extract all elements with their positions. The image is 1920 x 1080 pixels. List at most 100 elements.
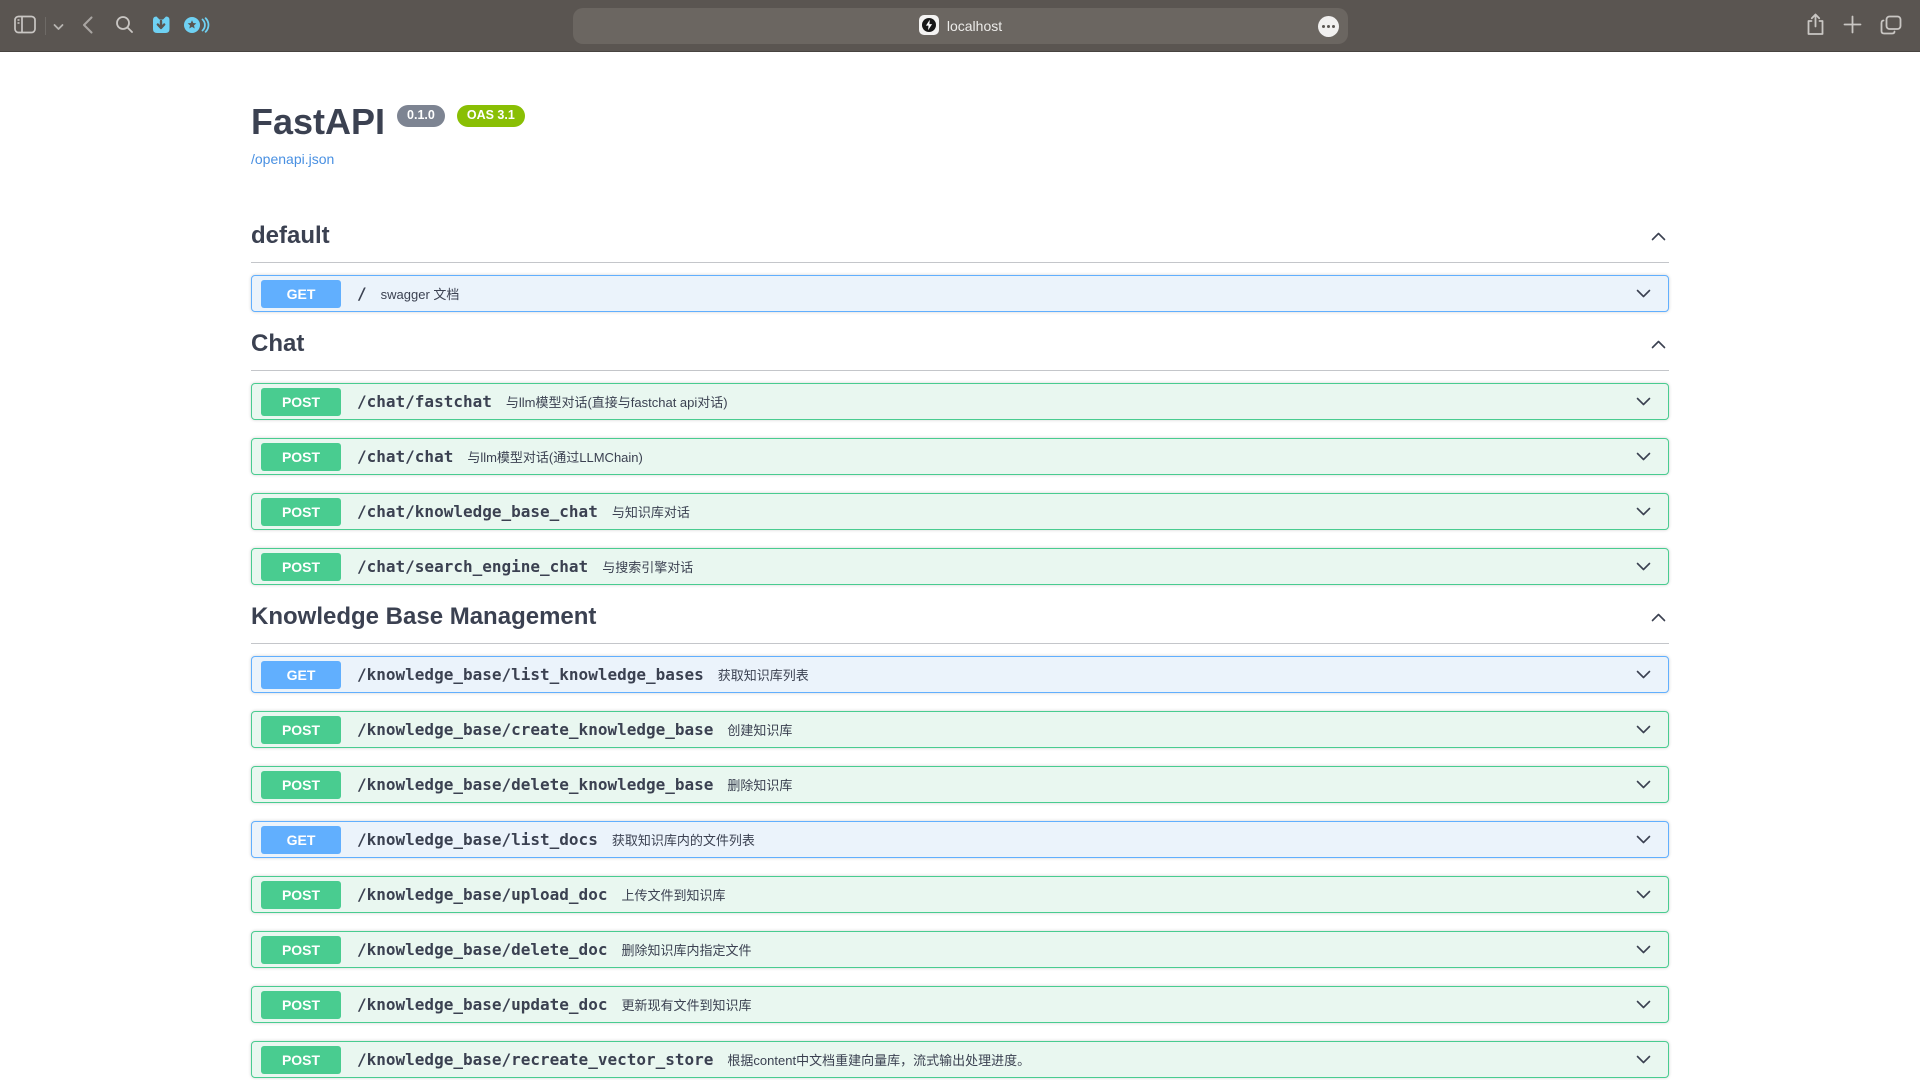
method-badge: POST bbox=[261, 991, 341, 1019]
chevron-down-icon[interactable] bbox=[1633, 774, 1654, 795]
chevron-down-icon[interactable] bbox=[1633, 391, 1654, 412]
chevron-up-icon[interactable] bbox=[1648, 607, 1669, 628]
section-header[interactable]: Chat bbox=[251, 330, 1669, 371]
operation-summary: 与llm模型对话(直接与fastchat api对话) bbox=[506, 392, 728, 411]
operation-row[interactable]: POST /knowledge_base/recreate_vector_sto… bbox=[251, 1041, 1669, 1078]
operation-summary: swagger 文档 bbox=[381, 284, 460, 303]
new-tab-button[interactable] bbox=[1843, 15, 1862, 37]
operation-row[interactable]: POST /chat/search_engine_chat 与搜索引擎对话 bbox=[251, 548, 1669, 585]
section-title: Knowledge Base Management bbox=[251, 603, 596, 631]
operation-path: / bbox=[357, 284, 367, 303]
back-chevron-icon bbox=[82, 16, 93, 37]
plus-icon bbox=[1843, 15, 1862, 37]
extension-download-icon bbox=[150, 14, 172, 39]
chevron-down-icon[interactable] bbox=[1633, 556, 1654, 577]
extensions-menu-button[interactable] bbox=[1318, 16, 1339, 37]
divider bbox=[45, 17, 46, 35]
sections-container: default GET / swagger 文档 Chat bbox=[251, 222, 1669, 1078]
operation-path: /knowledge_base/list_docs bbox=[357, 830, 598, 849]
operations-list: GET / swagger 文档 bbox=[251, 263, 1669, 312]
method-badge: POST bbox=[261, 498, 341, 526]
chevron-down-icon[interactable] bbox=[1633, 283, 1654, 304]
section-title: Chat bbox=[251, 330, 304, 358]
chevron-down-icon bbox=[53, 19, 64, 34]
operations-list: GET /knowledge_base/list_knowledge_bases… bbox=[251, 644, 1669, 1078]
oas-badge: OAS 3.1 bbox=[457, 105, 525, 127]
operation-path: /knowledge_base/recreate_vector_store bbox=[357, 1050, 713, 1069]
operation-path: /chat/search_engine_chat bbox=[357, 557, 588, 576]
method-badge: POST bbox=[261, 553, 341, 581]
operation-path: /knowledge_base/create_knowledge_base bbox=[357, 720, 713, 739]
openapi-spec-link[interactable]: /openapi.json bbox=[251, 151, 334, 167]
operation-row[interactable]: POST /knowledge_base/update_doc 更新现有文件到知… bbox=[251, 986, 1669, 1023]
api-section: Knowledge Base Management GET /knowledge… bbox=[251, 603, 1669, 1078]
chevron-down-icon[interactable] bbox=[1633, 829, 1654, 850]
operation-path: /knowledge_base/update_doc bbox=[357, 995, 607, 1014]
method-badge: GET bbox=[261, 826, 341, 854]
method-badge: POST bbox=[261, 388, 341, 416]
swagger-page: FastAPI 0.1.0 OAS 3.1 /openapi.json defa… bbox=[251, 52, 1669, 1078]
extension-star-icon bbox=[182, 14, 212, 39]
section-header[interactable]: default bbox=[251, 222, 1669, 263]
api-title: FastAPI bbox=[251, 102, 385, 142]
operation-path: /chat/fastchat bbox=[357, 392, 492, 411]
operations-list: POST /chat/fastchat 与llm模型对话(直接与fastchat… bbox=[251, 371, 1669, 585]
operation-summary: 获取知识库列表 bbox=[718, 665, 809, 684]
browser-toolbar: localhost bbox=[0, 0, 1920, 52]
operation-row[interactable]: POST /knowledge_base/delete_doc 删除知识库内指定… bbox=[251, 931, 1669, 968]
operation-summary: 与知识库对话 bbox=[612, 502, 690, 521]
operation-summary: 创建知识库 bbox=[727, 720, 792, 739]
api-section: default GET / swagger 文档 bbox=[251, 222, 1669, 312]
section-title: default bbox=[251, 222, 330, 250]
chevron-down-icon[interactable] bbox=[1633, 884, 1654, 905]
operation-path: /knowledge_base/list_knowledge_bases bbox=[357, 665, 704, 684]
operation-path: /knowledge_base/delete_doc bbox=[357, 940, 607, 959]
operation-summary: 与llm模型对话(通过LLMChain) bbox=[467, 447, 643, 466]
operation-row[interactable]: GET /knowledge_base/list_knowledge_bases… bbox=[251, 656, 1669, 693]
operation-path: /knowledge_base/upload_doc bbox=[357, 885, 607, 904]
sidebar-menu-button[interactable] bbox=[53, 19, 64, 34]
method-badge: GET bbox=[261, 661, 341, 689]
chevron-down-icon[interactable] bbox=[1633, 994, 1654, 1015]
operation-row[interactable]: POST /knowledge_base/delete_knowledge_ba… bbox=[251, 766, 1669, 803]
operation-summary: 获取知识库内的文件列表 bbox=[612, 830, 755, 849]
tab-overview-icon bbox=[1880, 15, 1902, 38]
operation-row[interactable]: POST /chat/chat 与llm模型对话(通过LLMChain) bbox=[251, 438, 1669, 475]
extension-star-button[interactable] bbox=[182, 14, 212, 39]
search-button[interactable] bbox=[115, 15, 134, 37]
operation-row[interactable]: GET /knowledge_base/list_docs 获取知识库内的文件列… bbox=[251, 821, 1669, 858]
method-badge: POST bbox=[261, 443, 341, 471]
operation-row[interactable]: POST /chat/fastchat 与llm模型对话(直接与fastchat… bbox=[251, 383, 1669, 420]
operation-summary: 删除知识库 bbox=[727, 775, 792, 794]
chevron-down-icon[interactable] bbox=[1633, 939, 1654, 960]
chevron-down-icon[interactable] bbox=[1633, 1049, 1654, 1070]
site-favicon bbox=[919, 15, 939, 38]
operation-row[interactable]: GET / swagger 文档 bbox=[251, 275, 1669, 312]
chevron-down-icon[interactable] bbox=[1633, 446, 1654, 467]
method-badge: GET bbox=[261, 280, 341, 308]
operation-row[interactable]: POST /chat/knowledge_base_chat 与知识库对话 bbox=[251, 493, 1669, 530]
tab-overview-button[interactable] bbox=[1880, 15, 1902, 38]
operation-path: /knowledge_base/delete_knowledge_base bbox=[357, 775, 713, 794]
operation-summary: 更新现有文件到知识库 bbox=[621, 995, 751, 1014]
sidebar-toggle-button[interactable] bbox=[14, 15, 36, 37]
operation-path: /chat/knowledge_base_chat bbox=[357, 502, 598, 521]
method-badge: POST bbox=[261, 881, 341, 909]
operation-row[interactable]: POST /knowledge_base/upload_doc 上传文件到知识库 bbox=[251, 876, 1669, 913]
address-bar[interactable]: localhost bbox=[573, 8, 1348, 44]
back-button[interactable] bbox=[82, 16, 93, 37]
extension-download-button[interactable] bbox=[150, 14, 172, 39]
chevron-up-icon[interactable] bbox=[1648, 226, 1669, 247]
chevron-down-icon[interactable] bbox=[1633, 719, 1654, 740]
operation-summary: 删除知识库内指定文件 bbox=[621, 940, 751, 959]
share-button[interactable] bbox=[1806, 13, 1825, 39]
method-badge: POST bbox=[261, 1046, 341, 1074]
operation-summary: 与搜索引擎对话 bbox=[602, 557, 693, 576]
chevron-up-icon[interactable] bbox=[1648, 334, 1669, 355]
section-header[interactable]: Knowledge Base Management bbox=[251, 603, 1669, 644]
chevron-down-icon[interactable] bbox=[1633, 664, 1654, 685]
chevron-down-icon[interactable] bbox=[1633, 501, 1654, 522]
operation-path: /chat/chat bbox=[357, 447, 453, 466]
operation-row[interactable]: POST /knowledge_base/create_knowledge_ba… bbox=[251, 711, 1669, 748]
operation-summary: 上传文件到知识库 bbox=[621, 885, 725, 904]
